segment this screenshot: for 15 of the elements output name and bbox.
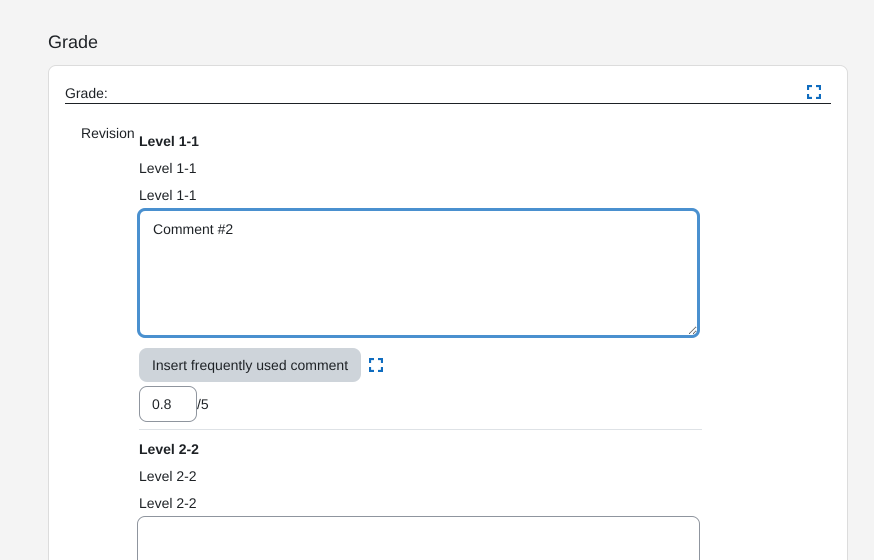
level-description: Level 2-2 [139,494,197,512]
level-description: Level 2-2 [139,467,197,485]
level-description: Level 1-1 [139,159,197,177]
fullscreen-icon[interactable] [807,85,821,99]
max-score: /5 [197,396,209,412]
section-heading: Grade [48,31,100,54]
insert-comment-button[interactable]: Insert frequently used comment [139,348,362,382]
score-field[interactable]: 0.8 [139,386,197,422]
level-description: Level 1-1 [139,186,197,204]
criterion-title: Level 1-1 [139,132,199,150]
fieldset-legend: Grade: [65,85,108,101]
row-label: Revision [80,124,136,143]
criterion-title: Level 2-2 [139,440,199,458]
comment-field[interactable]: Comment #2 [137,208,700,338]
fullscreen-icon[interactable] [369,358,384,372]
